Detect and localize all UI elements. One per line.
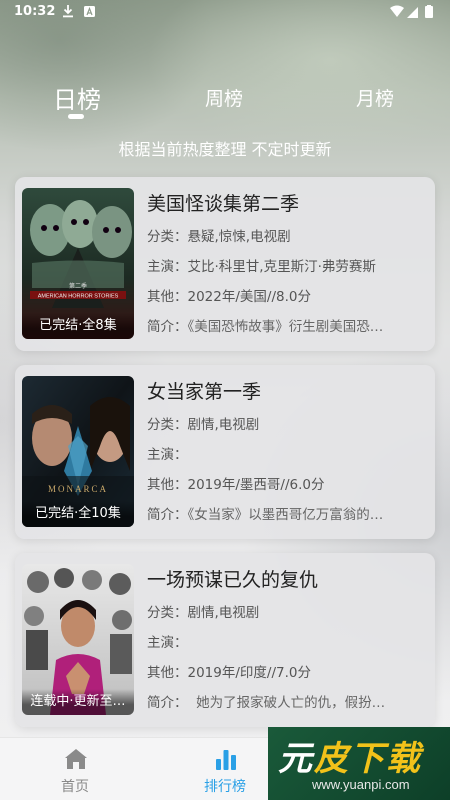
- intro-value: 《美国恐怖故事》衍生剧美国恐…: [187, 319, 384, 335]
- ranking-item-card[interactable]: 连载中·更新至… 一场预谋已久的复仇 分类：剧情,电视剧 主演： 其他：2019…: [15, 553, 435, 727]
- category-label: 分类：: [147, 605, 188, 621]
- episode-status-badge: 连载中·更新至…: [22, 689, 134, 715]
- poster-image: 连载中·更新至…: [22, 564, 134, 715]
- poster-title-text: MONARCA: [48, 484, 108, 494]
- tab-monthly-label: 月榜: [355, 88, 394, 110]
- item-other-row: 其他：2022年/美国//8.0分: [147, 288, 422, 307]
- nav-home-label: 首页: [61, 779, 89, 795]
- status-time: 10:32: [14, 4, 56, 19]
- item-info: 女当家第一季 分类：剧情,电视剧 主演： 其他：2019年/墨西哥//6.0分 …: [147, 379, 422, 525]
- item-other-row: 其他：2019年/印度//7.0分: [147, 664, 422, 683]
- item-info: 美国怪谈集第二季 分类：悬疑,惊悚,电视剧 主演：艾比·科里甘,克里斯汀·弗劳赛…: [147, 191, 422, 337]
- nav-ranking-label: 排行榜: [204, 779, 246, 795]
- poster-season-text: 第二季: [69, 282, 87, 290]
- watermark-title: 元皮下载: [278, 731, 422, 780]
- active-tab-indicator: [68, 114, 84, 119]
- category-label: 分类：: [147, 229, 188, 245]
- cast-label: 主演：: [147, 259, 188, 275]
- episode-status-badge: 已完结·全10集: [22, 501, 134, 527]
- item-intro-row: 简介：《女当家》以墨西哥亿万富翁的…: [147, 506, 422, 525]
- ranking-item-card[interactable]: MONARCA 已完结·全10集 女当家第一季 分类：剧情,电视剧 主演： 其他…: [15, 365, 435, 539]
- tab-monthly[interactable]: 月榜: [349, 84, 401, 130]
- intro-value: 《女当家》以墨西哥亿万富翁的…: [187, 507, 384, 523]
- intro-value: 她为了报家破人亡的仇，假扮…: [187, 695, 386, 711]
- intro-label: 简介：: [147, 507, 188, 523]
- category-label: 分类：: [147, 417, 188, 433]
- cast-label: 主演：: [147, 447, 188, 463]
- item-category-row: 分类：悬疑,惊悚,电视剧: [147, 228, 422, 247]
- item-cast-row: 主演：: [147, 634, 422, 653]
- poster-image: MONARCA 已完结·全10集: [22, 376, 134, 527]
- item-cast-row: 主演：: [147, 446, 422, 465]
- category-value: 剧情,电视剧: [187, 417, 260, 433]
- tab-weekly[interactable]: 周榜: [198, 84, 250, 130]
- tab-weekly-label: 周榜: [204, 88, 243, 110]
- item-other-row: 其他：2019年/墨西哥//6.0分: [147, 476, 422, 495]
- watermark-title-a: 元: [278, 739, 314, 779]
- site-watermark-logo: 元皮下载 www.yuanpi.com: [268, 727, 450, 800]
- other-value: 2019年/墨西哥//6.0分: [187, 477, 325, 493]
- ranking-item-card[interactable]: AMERICAN HORROR STORIES 第二季 已完结·全8集 美国怪谈…: [15, 177, 435, 351]
- item-intro-row: 简介： 她为了报家破人亡的仇，假扮…: [147, 694, 422, 713]
- cast-value: 艾比·科里甘,克里斯汀·弗劳赛斯: [187, 259, 376, 275]
- download-icon: [63, 5, 73, 18]
- other-label: 其他：: [147, 289, 188, 305]
- other-label: 其他：: [147, 665, 188, 681]
- notification-a-icon: [84, 6, 95, 17]
- nav-home[interactable]: 首页: [30, 738, 120, 800]
- item-title: 美国怪谈集第二季: [147, 193, 300, 215]
- watermark-url: www.yuanpi.com: [312, 777, 410, 792]
- poster-title-text: AMERICAN HORROR STORIES: [38, 294, 119, 300]
- tab-daily-label: 日榜: [53, 86, 101, 114]
- nav-ranking[interactable]: 排行榜: [180, 738, 270, 800]
- item-cast-row: 主演：艾比·科里甘,克里斯汀·弗劳赛斯: [147, 258, 422, 277]
- home-icon: [65, 749, 87, 769]
- item-title: 一场预谋已久的复仇: [147, 569, 319, 591]
- other-label: 其他：: [147, 477, 188, 493]
- item-info: 一场预谋已久的复仇 分类：剧情,电视剧 主演： 其他：2019年/印度//7.0…: [147, 567, 422, 713]
- tab-daily[interactable]: 日榜: [44, 80, 110, 126]
- item-category-row: 分类：剧情,电视剧: [147, 604, 422, 623]
- watermark-title-b: 皮下载: [314, 739, 422, 779]
- cast-label: 主演：: [147, 635, 188, 651]
- intro-label: 简介：: [147, 695, 188, 711]
- item-intro-row: 简介：《美国恐怖故事》衍生剧美国恐…: [147, 318, 422, 337]
- poster-image: AMERICAN HORROR STORIES 第二季 已完结·全8集: [22, 188, 134, 339]
- intro-label: 简介：: [147, 319, 188, 335]
- category-value: 剧情,电视剧: [187, 605, 260, 621]
- other-value: 2022年/美国//8.0分: [187, 289, 311, 305]
- item-category-row: 分类：剧情,电视剧: [147, 416, 422, 435]
- status-bar: 10:32: [0, 0, 450, 26]
- signal-battery-icons: [390, 5, 433, 18]
- ranking-icon: [216, 750, 236, 770]
- item-title: 女当家第一季: [147, 381, 262, 403]
- category-value: 悬疑,惊悚,电视剧: [187, 229, 291, 245]
- episode-status-badge: 已完结·全8集: [22, 313, 134, 339]
- ranking-subtitle: 根据当前热度整理 不定时更新: [118, 140, 332, 159]
- other-value: 2019年/印度//7.0分: [187, 665, 311, 681]
